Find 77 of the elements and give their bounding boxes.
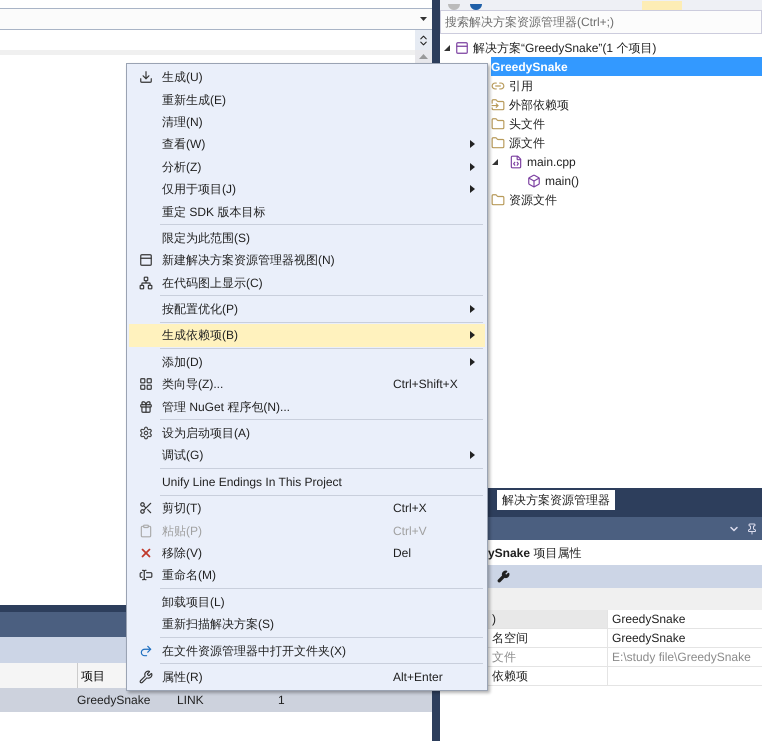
property-name: ) (492, 611, 497, 628)
menu-item[interactable]: 重命名(M) (129, 564, 485, 587)
menu-item[interactable]: 在文件资源管理器中打开文件夹(X) (129, 639, 485, 662)
menu-item[interactable]: 类向导(Z)... Ctrl+Shift+X (129, 373, 485, 396)
submenu-arrow-icon (470, 358, 475, 366)
submenu-arrow-icon (470, 451, 475, 460)
menu-item[interactable]: 在代码图上显示(C) (129, 272, 485, 294)
text-field-icon (138, 568, 152, 582)
folder-icon (491, 136, 505, 150)
properties-title: ySnake 项目属性 (488, 544, 582, 562)
caret-icon (420, 17, 427, 21)
property-name: 名空间 (492, 630, 529, 647)
table-cell-text: GreedySnake (77, 692, 152, 709)
table-row[interactable]: GreedySnake LINK 1 (0, 688, 432, 712)
menu-item[interactable]: 卸载项目(L) (129, 590, 485, 613)
redo-arrow-icon (138, 644, 152, 658)
close-icon (138, 546, 152, 560)
submenu-arrow-icon (470, 331, 475, 340)
toolbar-icon[interactable] (470, 4, 482, 10)
menu-item[interactable]: 重新生成(E) (129, 88, 485, 111)
build-icon (138, 70, 152, 84)
tab[interactable]: 解决方案资源管理器 (497, 490, 615, 510)
expander-icon[interactable] (444, 44, 450, 50)
submenu-arrow-icon (470, 140, 475, 148)
menu-item[interactable]: 按配置优化(P) (129, 298, 485, 320)
dropdown-field[interactable] (0, 9, 432, 30)
menu-item[interactable]: 剪切(T) Ctrl+X (129, 497, 485, 520)
menu-item[interactable]: 添加(D) (129, 350, 485, 374)
wrench-icon[interactable] (497, 570, 510, 583)
tree-item[interactable]: 资源文件 (509, 190, 557, 209)
menu-item[interactable]: 新建解决方案资源管理器视图(N) (129, 249, 485, 272)
table-cell-text: 1 (278, 692, 285, 709)
menu-item[interactable]: 调试(G) (129, 444, 485, 467)
menu-item[interactable]: 分析(Z) (129, 156, 485, 178)
tree-item[interactable]: main.cpp (527, 152, 576, 171)
tree-item[interactable]: 解决方案“GreedySnake”(1 个项目) (473, 38, 656, 57)
menu-item[interactable]: 移除(V) Del (129, 542, 485, 564)
property-name: 依赖项 (492, 668, 529, 685)
search-field[interactable]: 搜索解决方案资源管理器(Ctrl+;) (440, 10, 762, 34)
tree-item[interactable]: main() (545, 171, 580, 190)
submenu-arrow-icon (470, 162, 475, 171)
wrench-icon (138, 670, 152, 684)
submenu-arrow-icon (470, 185, 475, 194)
clipboard-icon (138, 524, 152, 538)
folder-icon (491, 192, 505, 206)
menu-item[interactable]: 设为启动项目(A) (129, 422, 485, 444)
package-icon (138, 400, 152, 414)
solution-icon (455, 40, 469, 54)
folder-icon (491, 116, 505, 130)
tree-item[interactable]: 引用 (509, 76, 533, 95)
property-name: 文件 (492, 649, 517, 666)
tree-item[interactable]: 源文件 (509, 133, 545, 152)
menu-item[interactable]: Unify Line Endings In This Project (129, 470, 485, 494)
settings-icon (138, 426, 152, 440)
menu-item[interactable]: 清理(N) (129, 110, 485, 134)
property-value[interactable]: GreedySnake (607, 610, 762, 628)
menu-item[interactable]: 查看(W) (129, 133, 485, 156)
menu-item[interactable]: 生成依赖项(B) (129, 324, 485, 347)
expander-icon[interactable] (492, 158, 498, 164)
code-file-icon (509, 154, 523, 168)
tree-item[interactable]: 外部依赖项 (509, 95, 569, 114)
window-icon (138, 253, 152, 268)
menu-item[interactable]: 重新扫描解决方案(S) (129, 612, 485, 636)
menu-item[interactable]: 重定 SDK 版本目标 (129, 200, 485, 223)
scissors-icon (138, 501, 152, 516)
menu-item[interactable]: 限定为此范围(S) (129, 226, 485, 250)
folder-icon (491, 98, 505, 112)
menu-item[interactable]: 生成(U) (129, 66, 485, 88)
table-cell-text: LINK (177, 692, 205, 709)
menu-item[interactable]: 仅用于项目(J) (129, 178, 485, 200)
tree-item[interactable]: 头文件 (509, 114, 545, 133)
grid-icon (138, 377, 152, 392)
menu-item[interactable]: 管理 NuGet 程序包(N)... (129, 395, 485, 418)
cube-icon (527, 174, 541, 188)
pin-icon[interactable] (746, 522, 758, 534)
diagram-icon (138, 276, 152, 290)
submenu-arrow-icon (470, 305, 475, 314)
